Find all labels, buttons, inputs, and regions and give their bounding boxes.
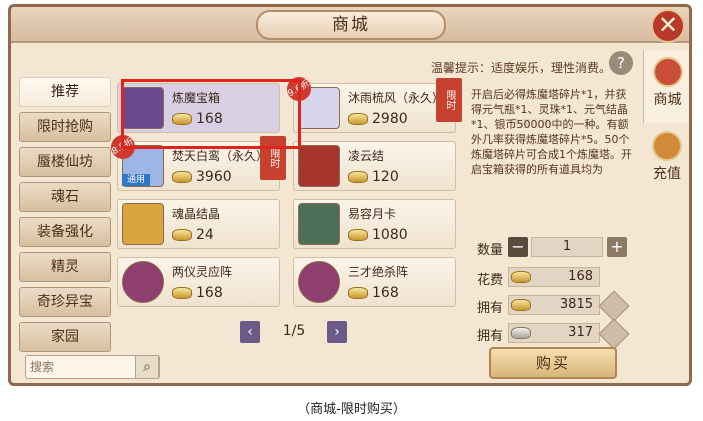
qty-plus-button[interactable]: + — [607, 237, 627, 257]
item-name: 易容月卡 — [348, 207, 397, 221]
item-price: 168 — [196, 285, 223, 301]
item-price: 1080 — [372, 227, 408, 243]
gold-ingot-icon — [348, 287, 368, 299]
own-label: 拥有 — [477, 329, 504, 344]
help-icon[interactable]: ? — [609, 51, 633, 75]
cost-label: 花费 — [477, 273, 504, 288]
title-bar: 商城 ✕ — [11, 7, 689, 43]
tab-shop-label: 商城 — [653, 92, 682, 108]
item-name: 沐雨梳风（永久） — [348, 91, 445, 105]
window-title: 商城 — [256, 10, 446, 40]
item-name: 两仪灵应阵 — [172, 265, 233, 279]
page-indicator: 1/5 — [282, 323, 306, 339]
tab-shop[interactable]: 商城 — [643, 51, 689, 123]
item-price: 168 — [372, 285, 399, 301]
universal-tag: 通用 — [122, 174, 150, 186]
limited-ribbon: 限时 — [436, 78, 462, 122]
currency-check-icon[interactable] — [598, 290, 630, 322]
nav-item-treasure[interactable]: 奇珍异宝 — [19, 287, 111, 317]
qty-label: 数量 — [477, 243, 504, 258]
search-box: ⌕ — [25, 355, 160, 379]
knot-icon — [298, 145, 340, 187]
item-price: 120 — [372, 169, 399, 185]
close-icon[interactable]: ✕ — [651, 9, 685, 43]
tip-text: 温馨提示：适度娱乐，理性消费。 — [431, 61, 612, 75]
nav-item-recommend[interactable]: 推荐 — [19, 77, 111, 107]
item-card[interactable]: 两仪灵应阵 168 — [117, 257, 280, 307]
gold-ingot-icon — [172, 229, 192, 241]
item-card[interactable]: 三才绝杀阵 168 — [293, 257, 456, 307]
category-nav: 推荐 限时抢购 蜃楼仙坊 魂石 装备强化 精灵 奇珍异宝 家园 — [19, 77, 115, 357]
item-card[interactable]: 凌云结 120 — [293, 141, 456, 191]
cost-field: 168 — [508, 267, 600, 287]
buy-button[interactable]: 购买 — [489, 347, 617, 379]
item-name: 魂晶结晶 — [172, 207, 221, 221]
item-card[interactable]: 9.6折 沐雨梳风（永久） 2980 限时 — [282, 72, 462, 133]
gold-ingot-icon — [172, 287, 192, 299]
crystal-icon — [122, 203, 164, 245]
cost-value: 168 — [568, 269, 593, 284]
gold-ingot-icon — [172, 171, 192, 183]
item-price: 3960 — [196, 169, 232, 185]
recharge-icon — [652, 131, 682, 161]
item-name: 三才绝杀阵 — [348, 265, 409, 279]
nav-item-flash-sale[interactable]: 限时抢购 — [19, 112, 111, 142]
selection-highlight — [121, 79, 301, 149]
tab-recharge[interactable]: 充值 — [643, 125, 689, 197]
array-disc-icon — [122, 261, 164, 303]
item-price: 2980 — [372, 111, 408, 127]
shop-icon — [652, 57, 683, 87]
nav-item-equip-enhance[interactable]: 装备强化 — [19, 217, 111, 247]
item-price: 24 — [196, 227, 214, 243]
item-card[interactable]: 易容月卡 1080 — [293, 199, 456, 249]
own-value: 3815 — [559, 297, 593, 312]
prev-page-button[interactable]: ‹ — [240, 321, 260, 343]
gold-ingot-icon — [511, 299, 531, 311]
item-name: 焚天白鸾（永久） — [172, 149, 269, 163]
gold-ingot-icon — [348, 229, 368, 241]
item-name: 凌云结 — [348, 149, 385, 163]
gold-ingot-icon — [348, 171, 368, 183]
nav-item-home[interactable]: 家园 — [19, 322, 111, 352]
currency-check-icon[interactable] — [598, 318, 630, 350]
item-description: 开启后必得炼魔塔碎片*1，并获得元气瓶*1、灵珠*1、元气结晶*1、银币5000… — [471, 88, 632, 176]
caption: （商城-限时购买） — [297, 402, 406, 417]
search-icon[interactable]: ⌕ — [135, 355, 159, 379]
nav-item-mirage-shop[interactable]: 蜃楼仙坊 — [19, 147, 111, 177]
own-field: 3815 — [508, 295, 600, 315]
qty-minus-button[interactable]: − — [508, 237, 528, 257]
own-field: 317 — [508, 323, 600, 343]
silver-ingot-icon — [511, 327, 531, 339]
gold-ingot-icon — [348, 113, 368, 125]
nav-item-soul-stone[interactable]: 魂石 — [19, 182, 111, 212]
nav-item-spirit[interactable]: 精灵 — [19, 252, 111, 282]
shop-window: 商城 ✕ 温馨提示：适度娱乐，理性消费。 ? 推荐 限时抢购 蜃楼仙坊 魂石 装… — [8, 4, 692, 386]
search-input[interactable] — [30, 358, 130, 376]
scroll-icon — [298, 203, 340, 245]
own-value: 317 — [568, 325, 593, 340]
gold-ingot-icon — [511, 271, 531, 283]
qty-value[interactable]: 1 — [531, 237, 603, 257]
item-card[interactable]: 魂晶结晶 24 — [117, 199, 280, 249]
array-disc-icon — [298, 261, 340, 303]
next-page-button[interactable]: › — [327, 321, 347, 343]
own-label: 拥有 — [477, 301, 504, 316]
tab-recharge-label: 充值 — [653, 166, 681, 182]
